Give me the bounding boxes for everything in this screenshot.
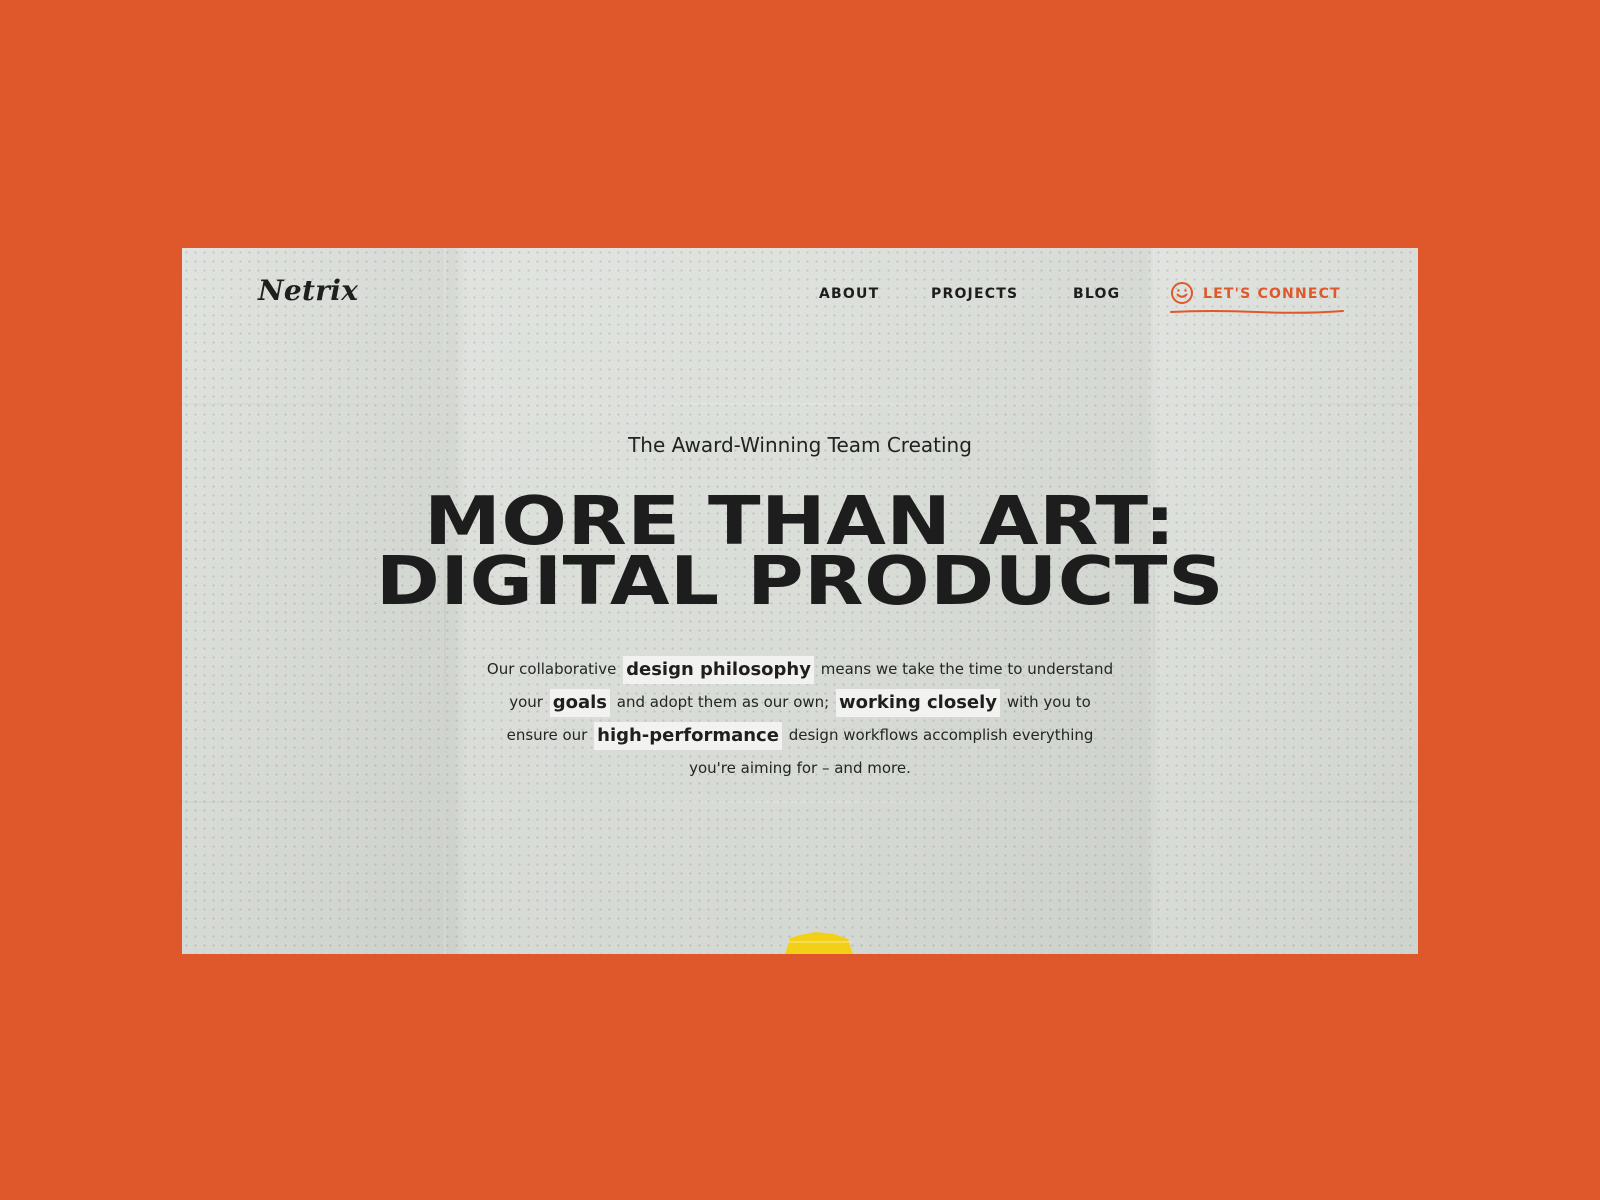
brand-logo[interactable]: Netrix xyxy=(258,274,358,307)
smile-icon xyxy=(1171,282,1193,304)
nav-link-projects[interactable]: PROJECTS xyxy=(931,286,1018,302)
connect-underline xyxy=(1170,310,1344,314)
nav-link-about[interactable]: ABOUT xyxy=(819,286,879,302)
highlight-working-closely: working closely xyxy=(836,688,1001,717)
paper-crease xyxy=(182,801,1418,803)
lets-connect-button[interactable]: LET'S CONNECT xyxy=(1170,281,1344,314)
highlight-goals: goals xyxy=(549,688,610,717)
highlight-high-performance: high-performance xyxy=(594,721,782,750)
lets-connect-label: LET'S CONNECT xyxy=(1203,286,1341,302)
description-text: Our collaborative xyxy=(486,660,617,678)
hero-kicker: The Award-Winning Team Creating xyxy=(628,433,972,457)
hero-page: Netrix ABOUT PROJECTS BLOG LET'S CONNECT… xyxy=(182,248,1418,954)
description-text: and adopt them as our own; xyxy=(616,693,830,711)
highlight-design-philosophy: design philosophy xyxy=(623,655,814,684)
hero-title-line-2: DIGITAL PRODUCTS xyxy=(375,542,1225,620)
nav-link-blog[interactable]: BLOG xyxy=(1073,286,1120,302)
hero-title: MORE THAN ART: DIGITAL PRODUCTS xyxy=(182,488,1418,620)
hero-description: Our collaborative design philosophy mean… xyxy=(482,653,1118,785)
paper-crease xyxy=(182,403,1418,405)
yellow-tape xyxy=(785,932,853,954)
